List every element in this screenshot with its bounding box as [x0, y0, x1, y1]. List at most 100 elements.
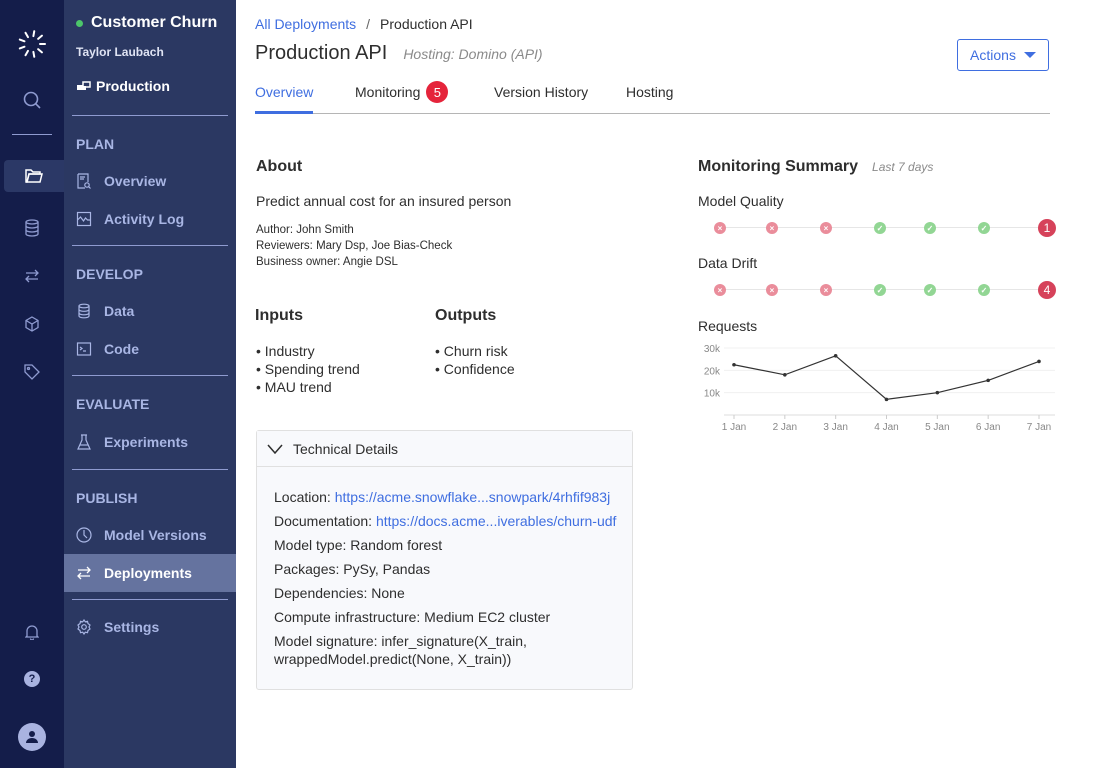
- nav-item-experiments[interactable]: Experiments: [64, 423, 236, 461]
- nav-section-publish: PUBLISH: [76, 490, 138, 506]
- clock-icon: [76, 527, 92, 543]
- projects-folder-icon[interactable]: [4, 160, 64, 192]
- environment-icon: [77, 81, 91, 90]
- location-link[interactable]: https://acme.snowflake...snowpark/4rhfif…: [335, 489, 610, 505]
- data-point: [884, 397, 889, 402]
- tab-bar: Overview Monitoring 5 Version History Ho…: [255, 81, 1050, 114]
- about-heading: About: [256, 158, 303, 175]
- nav-divider: [72, 245, 228, 246]
- logo-icon[interactable]: [0, 28, 64, 60]
- monitoring-period: Last 7 days: [872, 160, 934, 174]
- status-pass-icon[interactable]: ✓: [924, 284, 936, 296]
- data-drift-status-row[interactable]: × × × ✓ ✓ ✓ 4: [714, 280, 1056, 300]
- help-icon[interactable]: ?: [24, 671, 40, 687]
- outputs-heading: Outputs: [435, 307, 497, 324]
- status-pass-icon[interactable]: ✓: [924, 222, 936, 234]
- requests-line-chart: 10k 20k 30k 1 Jan 2 Jan 3 Jan 4 Jan 5 Jan 6 Jan 7…: [704, 344, 1055, 433]
- data-icon: [78, 303, 90, 319]
- packages: Packages: PySy, Pandas: [274, 561, 431, 577]
- x-tick-label: 3 Jan: [823, 422, 847, 433]
- data-icon[interactable]: [0, 212, 64, 244]
- x-tick-label: 6 Jan: [976, 422, 1000, 433]
- model-type: Model type: Random forest: [274, 537, 443, 553]
- data-point: [1037, 359, 1041, 364]
- alert-count-badge[interactable]: 4: [1038, 281, 1056, 299]
- activity-log-icon: [76, 211, 92, 227]
- x-tick-label: 7 Jan: [1027, 422, 1051, 433]
- environment-selector[interactable]: Production: [76, 78, 170, 94]
- nav-item-deployments[interactable]: Deployments: [64, 554, 236, 592]
- deployments-icon[interactable]: [0, 260, 64, 292]
- alert-count-badge[interactable]: 1: [1038, 219, 1056, 237]
- model-signature: Model signature: infer_signature(X_train…: [274, 633, 527, 667]
- list-item: Churn risk: [435, 342, 515, 360]
- tab-hosting[interactable]: Hosting: [626, 84, 673, 114]
- user-avatar-icon[interactable]: [18, 723, 46, 751]
- business-owner: Business owner: Angie DSL: [256, 256, 398, 268]
- documentation-link[interactable]: https://docs.acme...iverables/churn-udf: [376, 513, 616, 529]
- gear-icon: [77, 619, 91, 635]
- tags-icon[interactable]: [0, 356, 64, 388]
- search-icon[interactable]: [0, 84, 64, 116]
- rail-divider: [12, 134, 52, 135]
- status-pass-icon[interactable]: ✓: [978, 222, 990, 234]
- technical-details-body: Location: https://acme.snowflake...snowp…: [257, 467, 632, 668]
- about-meta: Author: John Smith Reviewers: Mary Dsp, …: [256, 222, 452, 270]
- nav-item-data[interactable]: Data: [64, 292, 236, 330]
- data-drift-label: Data Drift: [698, 255, 758, 271]
- status-fail-icon[interactable]: ×: [766, 222, 778, 234]
- status-pass-icon[interactable]: ✓: [874, 222, 886, 234]
- status-fail-icon[interactable]: ×: [820, 222, 832, 234]
- code-icon: [76, 342, 92, 356]
- nav-item-activity-log[interactable]: Activity Log: [64, 200, 236, 238]
- tab-overview[interactable]: Overview: [255, 84, 314, 114]
- nav-divider: [72, 115, 228, 116]
- monitoring-alert-badge: 5: [426, 81, 449, 103]
- chevron-down-icon: [267, 444, 283, 454]
- project-nav: Customer Churn Taylor Laubach Production…: [64, 0, 236, 768]
- nav-section-plan: PLAN: [76, 136, 115, 152]
- x-tick-label: 2 Jan: [773, 422, 797, 433]
- nav-section-evaluate: EVALUATE: [76, 396, 150, 412]
- status-fail-icon[interactable]: ×: [820, 284, 832, 296]
- nav-item-overview[interactable]: Overview: [64, 162, 236, 200]
- nav-item-code[interactable]: Code: [64, 330, 236, 368]
- overview-icon: [77, 173, 91, 189]
- project-user: Taylor Laubach: [76, 45, 164, 59]
- status-fail-icon[interactable]: ×: [714, 222, 726, 234]
- author: Author: John Smith: [256, 224, 354, 236]
- list-item: MAU trend: [256, 378, 360, 396]
- notifications-bell-icon[interactable]: [0, 616, 64, 648]
- model-quality-status-row[interactable]: × × × ✓ ✓ ✓ 1: [714, 218, 1056, 238]
- nav-divider: [72, 469, 228, 470]
- status-pass-icon[interactable]: ✓: [978, 284, 990, 296]
- technical-details-panel: Technical Details Location: https://acme…: [256, 430, 633, 690]
- compute-infrastructure: Compute infrastructure: Medium EC2 clust…: [274, 609, 551, 625]
- project-title[interactable]: Customer Churn: [76, 14, 217, 32]
- tab-monitoring[interactable]: Monitoring 5: [355, 81, 449, 114]
- main-content: All Deployments / Production API Product…: [236, 0, 1112, 768]
- nav-item-model-versions[interactable]: Model Versions: [64, 516, 236, 554]
- x-tick-label: 4 Jan: [874, 422, 898, 433]
- breadcrumb: All Deployments / Production API: [255, 16, 473, 32]
- actions-dropdown-button[interactable]: Actions: [957, 39, 1049, 71]
- model-quality-label: Model Quality: [698, 193, 784, 209]
- location-row: Location: https://acme.snowflake...snowp…: [274, 489, 611, 505]
- y-tick-label: 20k: [704, 366, 721, 377]
- project-status-dot: [76, 19, 83, 27]
- list-item: Industry: [256, 342, 360, 360]
- status-fail-icon[interactable]: ×: [766, 284, 778, 296]
- data-point: [986, 378, 990, 383]
- about-description: Predict annual cost for an insured perso…: [256, 193, 512, 209]
- status-fail-icon[interactable]: ×: [714, 284, 726, 296]
- tab-version-history[interactable]: Version History: [494, 84, 588, 114]
- list-item: Confidence: [435, 360, 515, 378]
- nav-item-settings[interactable]: Settings: [64, 608, 236, 646]
- page-header: Production API Hosting: Domino (API): [255, 42, 543, 65]
- status-pass-icon[interactable]: ✓: [874, 284, 886, 296]
- hosting-subtitle: Hosting: Domino (API): [403, 46, 543, 62]
- breadcrumb-all-deployments[interactable]: All Deployments: [255, 16, 356, 32]
- nav-divider: [72, 599, 228, 600]
- packages-icon[interactable]: [0, 308, 64, 340]
- technical-details-toggle[interactable]: Technical Details: [257, 431, 632, 467]
